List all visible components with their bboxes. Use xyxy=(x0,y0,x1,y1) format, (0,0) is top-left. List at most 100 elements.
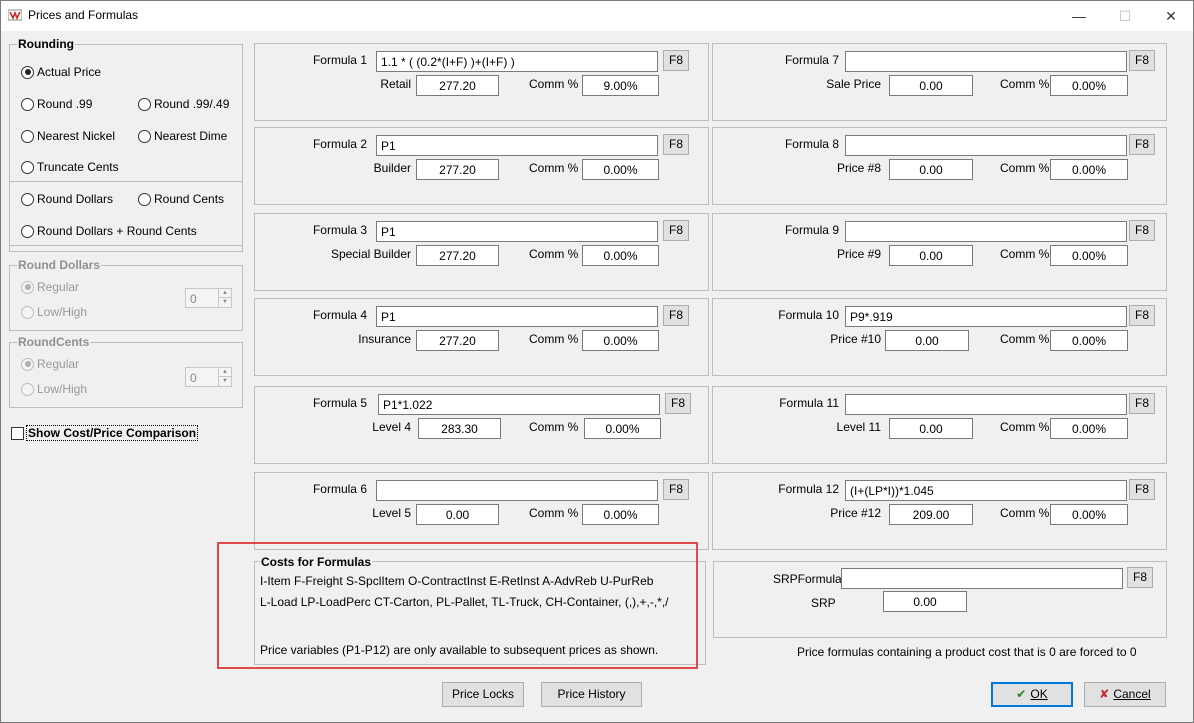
radio-truncate-cents[interactable]: Truncate Cents xyxy=(21,160,119,174)
comm-label: Comm % xyxy=(1000,420,1050,434)
comm-label: Comm % xyxy=(1000,332,1050,346)
radio-nearest-nickel[interactable]: Nearest Nickel xyxy=(21,129,115,143)
price-label: Builder xyxy=(373,161,411,175)
comm-field[interactable]: 0.00% xyxy=(584,418,661,439)
price-field[interactable]: 0.00 xyxy=(889,159,973,180)
srp-f8-button[interactable]: F8 xyxy=(1127,567,1153,588)
price-field[interactable]: 0.00 xyxy=(889,418,973,439)
show-cost-price-checkbox[interactable]: Show Cost/Price Comparison xyxy=(11,425,199,441)
maximize-button[interactable]: ☐ xyxy=(1102,1,1148,31)
close-button[interactable]: ✕ xyxy=(1148,1,1194,31)
round-dollars-lowhigh-radio[interactable]: Low/High xyxy=(21,305,87,319)
round-cents-regular-radio[interactable]: Regular xyxy=(21,357,79,371)
formula-f8-button[interactable]: F8 xyxy=(1129,134,1155,155)
comm-field[interactable]: 0.00% xyxy=(582,159,659,180)
formula-f8-button[interactable]: F8 xyxy=(1129,393,1155,414)
price-field[interactable]: 209.00 xyxy=(889,504,973,525)
price-locks-button[interactable]: Price Locks xyxy=(442,682,524,707)
price-field[interactable]: 277.20 xyxy=(416,75,499,96)
formula-input[interactable]: (I+(LP*I))*1.045 xyxy=(845,480,1127,501)
price-field[interactable]: 277.20 xyxy=(416,245,499,266)
round-cents-spinner[interactable]: 0 ▲ ▼ xyxy=(185,367,232,387)
radio-round-cents[interactable]: Round Cents xyxy=(138,192,224,206)
formula-label: Formula 1 xyxy=(312,53,367,67)
price-field[interactable]: 0.00 xyxy=(416,504,499,525)
price-field[interactable]: 277.20 xyxy=(416,330,499,351)
srp-formula-label: SRPFormula xyxy=(773,572,842,586)
formula-f8-button[interactable]: F8 xyxy=(663,220,689,241)
formula-input[interactable]: 1.1 * ( (0.2*(I+F) )+(I+F) ) xyxy=(376,51,658,72)
rounding-divider-bottom xyxy=(10,245,242,246)
formula-f8-button[interactable]: F8 xyxy=(665,393,691,414)
comm-field[interactable]: 0.00% xyxy=(1050,504,1128,525)
minimize-button[interactable]: — xyxy=(1056,1,1102,31)
comm-field[interactable]: 0.00% xyxy=(582,504,659,525)
spin-up-icon[interactable]: ▲ xyxy=(218,289,231,298)
formula-label: Formula 6 xyxy=(312,482,367,496)
formula-input[interactable]: P1 xyxy=(376,221,658,242)
formula-f8-button[interactable]: F8 xyxy=(1129,220,1155,241)
formula-input[interactable]: P1 xyxy=(376,306,658,327)
formula-f8-button[interactable]: F8 xyxy=(663,134,689,155)
srp-value-field[interactable]: 0.00 xyxy=(883,591,967,612)
spin-up-icon[interactable]: ▲ xyxy=(218,368,231,377)
comm-field[interactable]: 0.00% xyxy=(1050,245,1128,266)
spin-down-icon[interactable]: ▼ xyxy=(218,377,231,386)
formula-input[interactable] xyxy=(845,221,1127,242)
round-dollars-spinner[interactable]: 0 ▲ ▼ xyxy=(185,288,232,308)
formula-input[interactable]: P9*.919 xyxy=(845,306,1127,327)
formula-f8-button[interactable]: F8 xyxy=(663,479,689,500)
comm-field[interactable]: 0.00% xyxy=(1050,330,1128,351)
cancel-button[interactable]: ✘ Cancel xyxy=(1084,682,1166,707)
formula-label: Formula 8 xyxy=(784,137,839,151)
comm-label: Comm % xyxy=(529,247,579,261)
formula-f8-button[interactable]: F8 xyxy=(1129,50,1155,71)
formula-f8-button[interactable]: F8 xyxy=(1129,479,1155,500)
comm-field[interactable]: 0.00% xyxy=(1050,75,1128,96)
radio-round-dollars-cents[interactable]: Round Dollars + Round Cents xyxy=(21,224,197,238)
formula-input[interactable] xyxy=(376,480,658,501)
radio-round-99-49[interactable]: Round .99/.49 xyxy=(138,97,229,111)
price-field[interactable]: 0.00 xyxy=(889,75,973,96)
rounding-divider xyxy=(10,181,242,182)
formula-input[interactable] xyxy=(845,51,1127,72)
round-cents-lowhigh-radio[interactable]: Low/High xyxy=(21,382,87,396)
formula-f8-button[interactable]: F8 xyxy=(1129,305,1155,326)
formula-input[interactable] xyxy=(845,394,1127,415)
formula-label: Formula 9 xyxy=(784,223,839,237)
srp-label: SRP xyxy=(811,596,836,610)
round-dollars-regular-radio[interactable]: Regular xyxy=(21,280,79,294)
formula-label: Formula 7 xyxy=(784,53,839,67)
price-history-button[interactable]: Price History xyxy=(541,682,642,707)
radio-nearest-dime[interactable]: Nearest Dime xyxy=(138,129,227,143)
comm-field[interactable]: 9.00% xyxy=(582,75,659,96)
radio-round-99[interactable]: Round .99 xyxy=(21,97,92,111)
round-cents-label: RoundCents xyxy=(17,335,91,349)
formula-input[interactable]: P1*1.022 xyxy=(378,394,660,415)
price-label: Sale Price xyxy=(826,77,881,91)
comm-field[interactable]: 0.00% xyxy=(582,245,659,266)
price-field[interactable]: 283.30 xyxy=(418,418,501,439)
price-field[interactable]: 0.00 xyxy=(885,330,969,351)
checkbox-box xyxy=(11,426,24,440)
formula-f8-button[interactable]: F8 xyxy=(663,50,689,71)
radio-actual-price[interactable]: Actual Price xyxy=(21,65,101,79)
comm-field[interactable]: 0.00% xyxy=(582,330,659,351)
formula-input[interactable] xyxy=(845,135,1127,156)
highlight-annotation xyxy=(217,542,698,669)
formula-input[interactable]: P1 xyxy=(376,135,658,156)
price-field[interactable]: 0.00 xyxy=(889,245,973,266)
formula-f8-button[interactable]: F8 xyxy=(663,305,689,326)
ok-button[interactable]: ✔ OK xyxy=(991,682,1073,707)
comm-field[interactable]: 0.00% xyxy=(1050,159,1128,180)
radio-round-dollars[interactable]: Round Dollars xyxy=(21,192,113,206)
comm-label: Comm % xyxy=(529,332,579,346)
srp-formula-input[interactable] xyxy=(841,568,1123,589)
check-icon: ✔ xyxy=(1016,687,1027,701)
price-field[interactable]: 277.20 xyxy=(416,159,499,180)
formula-label: Formula 3 xyxy=(312,223,367,237)
comm-label: Comm % xyxy=(529,420,579,434)
cancel-x-icon: ✘ xyxy=(1099,687,1110,701)
comm-field[interactable]: 0.00% xyxy=(1050,418,1128,439)
spin-down-icon[interactable]: ▼ xyxy=(218,298,231,307)
